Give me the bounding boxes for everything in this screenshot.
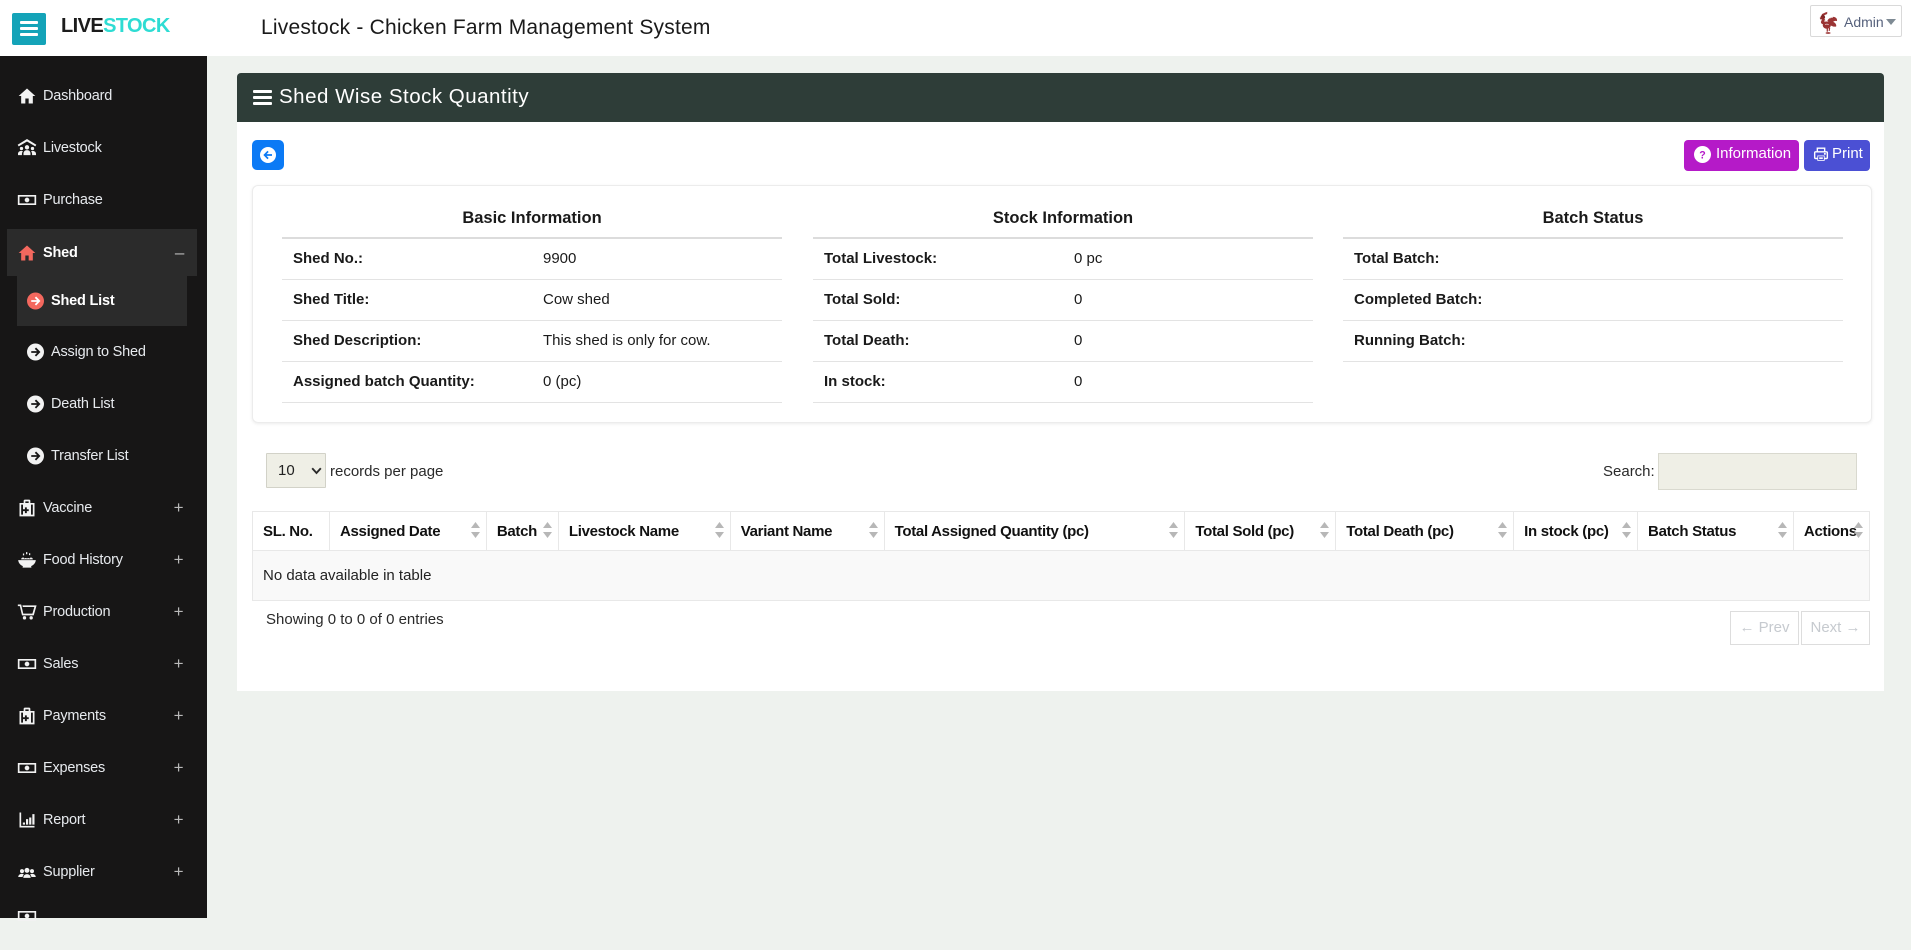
svg-text:?: ?	[1699, 149, 1705, 161]
